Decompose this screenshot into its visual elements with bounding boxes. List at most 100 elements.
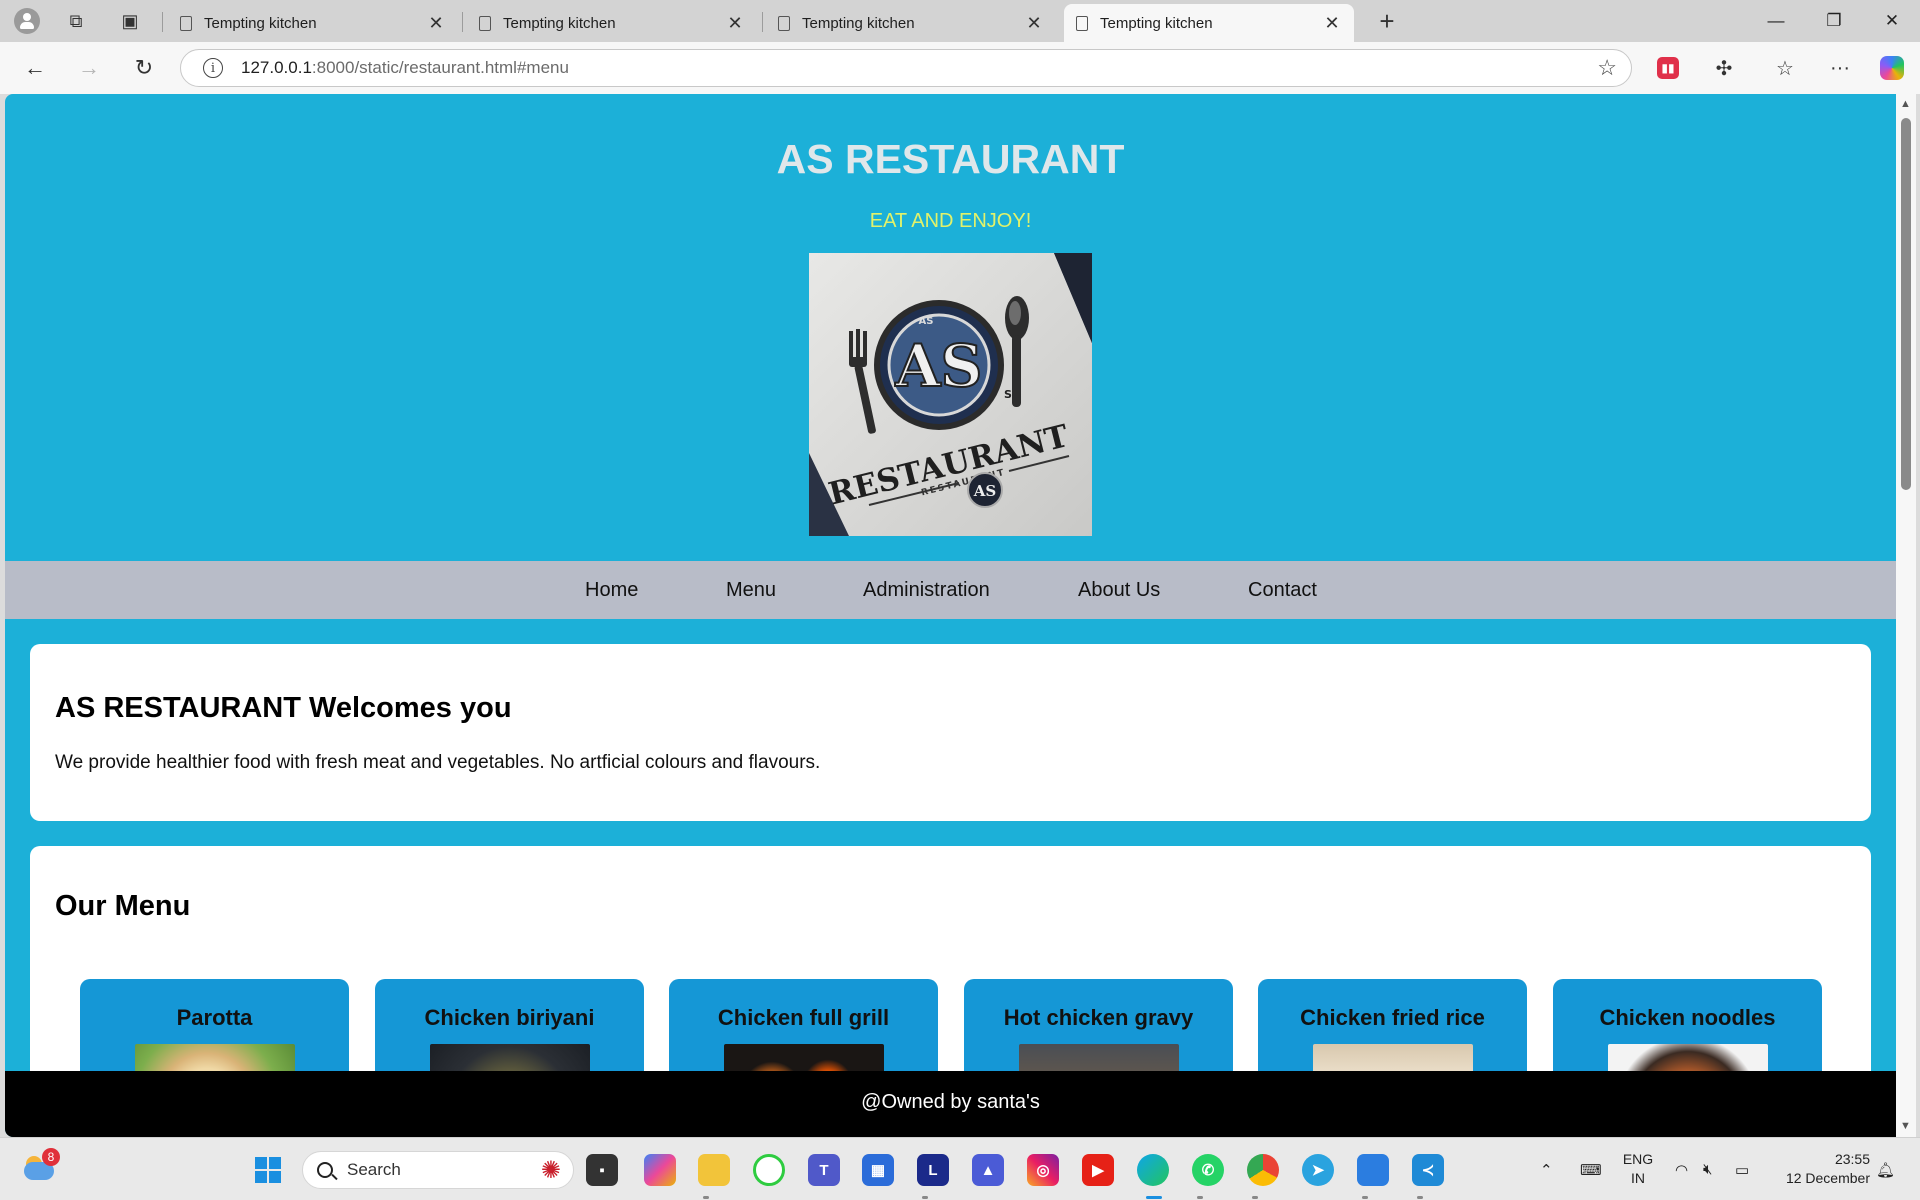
edge-icon[interactable] xyxy=(1137,1154,1169,1186)
close-tab-icon[interactable]: ✕ xyxy=(1024,13,1044,34)
weather-widget[interactable]: 8 xyxy=(22,1148,60,1182)
site-title: AS RESTAURANT xyxy=(776,136,1125,182)
poinsettia-icon: ✺ xyxy=(540,1157,561,1184)
favorites-button[interactable]: ☆ xyxy=(1765,50,1805,86)
tab-title: Tempting kitchen xyxy=(802,14,915,32)
input-language[interactable]: ENG IN xyxy=(1618,1150,1658,1188)
workspaces-icon: ⧉ xyxy=(69,10,83,31)
minimize-icon: — xyxy=(1767,11,1785,30)
l-app-icon[interactable]: L xyxy=(917,1154,949,1186)
copilot-button[interactable] xyxy=(1872,50,1912,86)
browser-tab-active[interactable]: Tempting kitchen ✕ xyxy=(1064,4,1354,42)
close-tab-icon[interactable]: ✕ xyxy=(1322,13,1342,34)
bell-icon: 🔔︎ xyxy=(1876,1161,1896,1179)
scroll-down-icon[interactable]: ▼ xyxy=(1900,1120,1911,1132)
minimize-button[interactable]: — xyxy=(1748,0,1804,42)
close-tab-icon[interactable]: ✕ xyxy=(426,13,446,34)
running-app-indicator xyxy=(1252,1196,1258,1199)
nav-link-administration[interactable]: Administration xyxy=(863,579,990,602)
workspaces-button[interactable]: ⧉ xyxy=(58,5,94,37)
screen-recorder-extension[interactable]: ▮▮ xyxy=(1648,50,1688,86)
browser-tab[interactable]: Tempting kitchen ✕ xyxy=(467,4,757,42)
scroll-thumb[interactable] xyxy=(1901,118,1911,490)
close-window-button[interactable]: ✕ xyxy=(1864,0,1920,42)
muted-speaker-icon: 🔇︎ xyxy=(1703,1161,1713,1178)
profile-icon xyxy=(14,8,40,34)
new-tab-button[interactable]: + xyxy=(1370,4,1404,38)
tagline: EAT AND ENJOY! xyxy=(869,210,1032,232)
nav-link-menu[interactable]: Menu xyxy=(726,579,776,602)
page-icon xyxy=(778,15,790,31)
forward-button[interactable]: → xyxy=(70,50,108,86)
page-scrollbar[interactable]: ▲ ▼ xyxy=(1896,94,1916,1137)
favorite-star-icon[interactable]: ☆ xyxy=(1597,55,1617,81)
favorites-icon: ☆ xyxy=(1776,57,1794,80)
url-text[interactable]: 127.0.0.1:8000/static/restaurant.html#me… xyxy=(241,58,569,78)
sync-app-icon[interactable] xyxy=(753,1154,785,1186)
start-button[interactable] xyxy=(252,1154,284,1186)
back-button[interactable]: ← xyxy=(16,50,54,86)
chrome-icon[interactable] xyxy=(1247,1154,1279,1186)
instagram-icon[interactable]: ◎ xyxy=(1027,1154,1059,1186)
windows-taskbar: 8 Search ✺ ▪ T ▦ L ▲ ◎ ▶ ✆ ➤ ≺ ⌃ ⌨ ENG I… xyxy=(0,1137,1920,1200)
menu-item-name: Chicken fried rice xyxy=(1300,1005,1485,1030)
extensions-button[interactable]: ✣ xyxy=(1704,50,1744,86)
tab-title: Tempting kitchen xyxy=(204,14,317,32)
telegram-icon[interactable]: ➤ xyxy=(1302,1154,1334,1186)
notifications-button[interactable]: 🔔︎ xyxy=(1876,1138,1895,1200)
reload-icon: ↻ xyxy=(134,55,154,80)
reload-button[interactable]: ↻ xyxy=(125,50,163,86)
battery-button[interactable]: ▭ xyxy=(1735,1138,1749,1200)
puzzle-icon: ✣ xyxy=(1715,57,1733,80)
volume-button[interactable]: 🔇︎ xyxy=(1703,1138,1712,1200)
nav-link-about-us[interactable]: About Us xyxy=(1078,579,1160,602)
profile-button[interactable] xyxy=(9,5,45,37)
settings-menu-button[interactable]: ··· xyxy=(1820,50,1860,86)
teams-icon[interactable]: T xyxy=(808,1154,840,1186)
photos-icon[interactable] xyxy=(1357,1154,1389,1186)
plus-icon: + xyxy=(1379,5,1395,36)
url-host: 127.0.0.1 xyxy=(241,58,312,77)
menu-item-name: Chicken full grill xyxy=(717,1005,890,1030)
wifi-button[interactable]: ◠ xyxy=(1675,1138,1688,1200)
browser-tab[interactable]: Tempting kitchen ✕ xyxy=(168,4,458,42)
task-view-button[interactable]: ▪ xyxy=(586,1154,618,1186)
battery-icon: ▭ xyxy=(1735,1161,1750,1179)
tab-divider xyxy=(462,12,463,32)
close-tab-icon[interactable]: ✕ xyxy=(725,13,745,34)
clock-date: 12 December xyxy=(1785,1170,1870,1186)
youtube-icon[interactable]: ▶ xyxy=(1082,1154,1114,1186)
more-icon: ··· xyxy=(1830,56,1850,79)
site-info-icon[interactable]: i xyxy=(203,58,223,78)
browser-toolbar: ← → ↻ i 127.0.0.1:8000/static/restaurant… xyxy=(0,42,1920,94)
tab-divider xyxy=(162,12,163,32)
copilot-app-icon[interactable] xyxy=(644,1154,676,1186)
file-explorer-icon[interactable] xyxy=(698,1154,730,1186)
vertical-tabs-button[interactable]: ▣ xyxy=(112,5,148,37)
nav-link-home[interactable]: Home xyxy=(585,579,638,602)
whatsapp-icon[interactable]: ✆ xyxy=(1192,1154,1224,1186)
tab-actions-icon: ▣ xyxy=(121,10,139,31)
logo-badge-text: AS xyxy=(973,482,996,500)
nav-link-contact[interactable]: Contact xyxy=(1248,579,1317,602)
taskbar-search[interactable]: Search ✺ xyxy=(302,1151,574,1189)
browser-tab[interactable]: Tempting kitchen ✕ xyxy=(766,4,1056,42)
microsoft-store-icon[interactable]: ▦ xyxy=(862,1154,894,1186)
address-bar[interactable]: i 127.0.0.1:8000/static/restaurant.html#… xyxy=(180,49,1632,87)
page-viewport: AS RESTAURANT EAT AND ENJOY! AS AS S RES… xyxy=(5,94,1896,1137)
scroll-up-icon[interactable]: ▲ xyxy=(1900,98,1911,110)
back-arrow-icon: ← xyxy=(24,55,46,80)
app-a-icon[interactable]: ▲ xyxy=(972,1154,1004,1186)
vscode-icon[interactable]: ≺ xyxy=(1412,1154,1444,1186)
logo-image: AS AS S RESTAURANT RESTAURANT AS xyxy=(809,253,1092,536)
url-path: :8000/static/restaurant.html#menu xyxy=(311,58,569,77)
keyboard-button[interactable]: ⌨ xyxy=(1580,1138,1602,1200)
windows-logo-icon xyxy=(255,1157,281,1183)
page-icon xyxy=(479,15,491,31)
system-clock[interactable]: 23:55 12 December xyxy=(1770,1150,1870,1188)
play-icon: ▶ xyxy=(1092,1162,1104,1179)
show-hidden-icons[interactable]: ⌃ xyxy=(1540,1138,1553,1200)
page-icon xyxy=(1076,15,1088,31)
restore-icon: ❐ xyxy=(1826,11,1842,30)
restore-button[interactable]: ❐ xyxy=(1806,0,1862,42)
